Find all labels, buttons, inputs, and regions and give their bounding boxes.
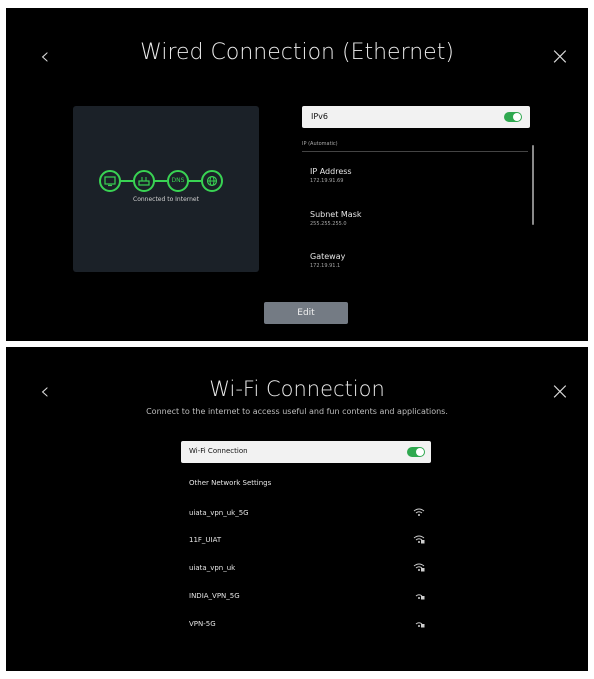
connection-status-text: Connected to Internet: [133, 196, 199, 203]
wifi-toggle-label: Wi-Fi Connection: [189, 447, 248, 455]
ip-address-item: IP Address 172.19.91.69: [310, 167, 352, 184]
ip-address-value: 172.19.91.69: [310, 178, 344, 184]
divider: [302, 151, 528, 152]
scrollbar[interactable]: [532, 145, 534, 225]
wifi-lock-icon: [413, 563, 425, 572]
network-item[interactable]: uiata_vpn_uk_5G: [189, 507, 427, 521]
diagram-link: [119, 180, 133, 182]
network-name: VPN-5G: [189, 620, 216, 628]
connection-diagram: DNS: [99, 170, 233, 192]
ip-mode-label: IP (Automatic): [302, 141, 338, 147]
network-name: INDIA_VPN_5G: [189, 592, 240, 600]
gateway-value: 172.19.91.1: [310, 263, 341, 269]
other-network-settings[interactable]: Other Network Settings: [189, 477, 427, 491]
ipv6-toggle-row[interactable]: IPv6: [302, 106, 530, 128]
wifi-lock-icon: [413, 535, 425, 544]
wifi-lock-icon: [415, 594, 425, 600]
network-item[interactable]: INDIA_VPN_5G: [189, 590, 427, 604]
page-title: Wi-Fi Connection: [209, 377, 385, 401]
subnet-mask-value: 255.255.255.0: [310, 221, 347, 227]
ip-address-label: IP Address: [310, 167, 352, 176]
ipv6-toggle-switch[interactable]: [504, 112, 522, 122]
wifi-toggle-row[interactable]: Wi-Fi Connection: [181, 441, 431, 463]
page-subtitle: Connect to the internet to access useful…: [146, 407, 448, 416]
ipv6-label: IPv6: [311, 112, 329, 121]
wired-connection-screen: ‹ Wired Connection (Ethernet) × DNS Conn…: [6, 8, 588, 341]
network-item[interactable]: VPN-5G: [189, 618, 427, 632]
network-name: 11F_UIAT: [189, 536, 222, 544]
close-icon[interactable]: ×: [550, 379, 570, 403]
globe-icon: [201, 170, 223, 192]
tv-icon: [99, 170, 121, 192]
router-icon: [133, 170, 155, 192]
diagram-link: [153, 180, 167, 182]
diagram-link: [187, 180, 201, 182]
connection-status-card: DNS Connected to Internet: [73, 106, 259, 272]
subnet-mask-label: Subnet Mask: [310, 210, 362, 219]
subnet-mask-item: Subnet Mask 255.255.255.0: [310, 210, 362, 227]
network-info-list: IP Address 172.19.91.69 Subnet Mask 255.…: [302, 154, 538, 272]
wifi-connection-screen: ‹ Wi-Fi Connection × Connect to the inte…: [6, 347, 588, 671]
wifi-icon: [413, 508, 425, 516]
gateway-label: Gateway: [310, 252, 346, 261]
network-item[interactable]: 11F_UIAT: [189, 534, 427, 548]
wifi-lock-icon: [415, 622, 425, 628]
page-title: Wired Connection (Ethernet): [140, 40, 454, 65]
wifi-toggle-switch[interactable]: [407, 447, 425, 457]
network-name: uiata_vpn_uk: [189, 564, 236, 572]
edit-button[interactable]: Edit: [264, 302, 348, 324]
gateway-item: Gateway 172.19.91.1: [310, 252, 345, 269]
other-network-settings-label: Other Network Settings: [189, 479, 272, 487]
close-icon[interactable]: ×: [550, 44, 570, 68]
network-name: uiata_vpn_uk_5G: [189, 509, 249, 517]
network-item[interactable]: uiata_vpn_uk: [189, 562, 427, 576]
dns-icon: DNS: [167, 170, 189, 192]
